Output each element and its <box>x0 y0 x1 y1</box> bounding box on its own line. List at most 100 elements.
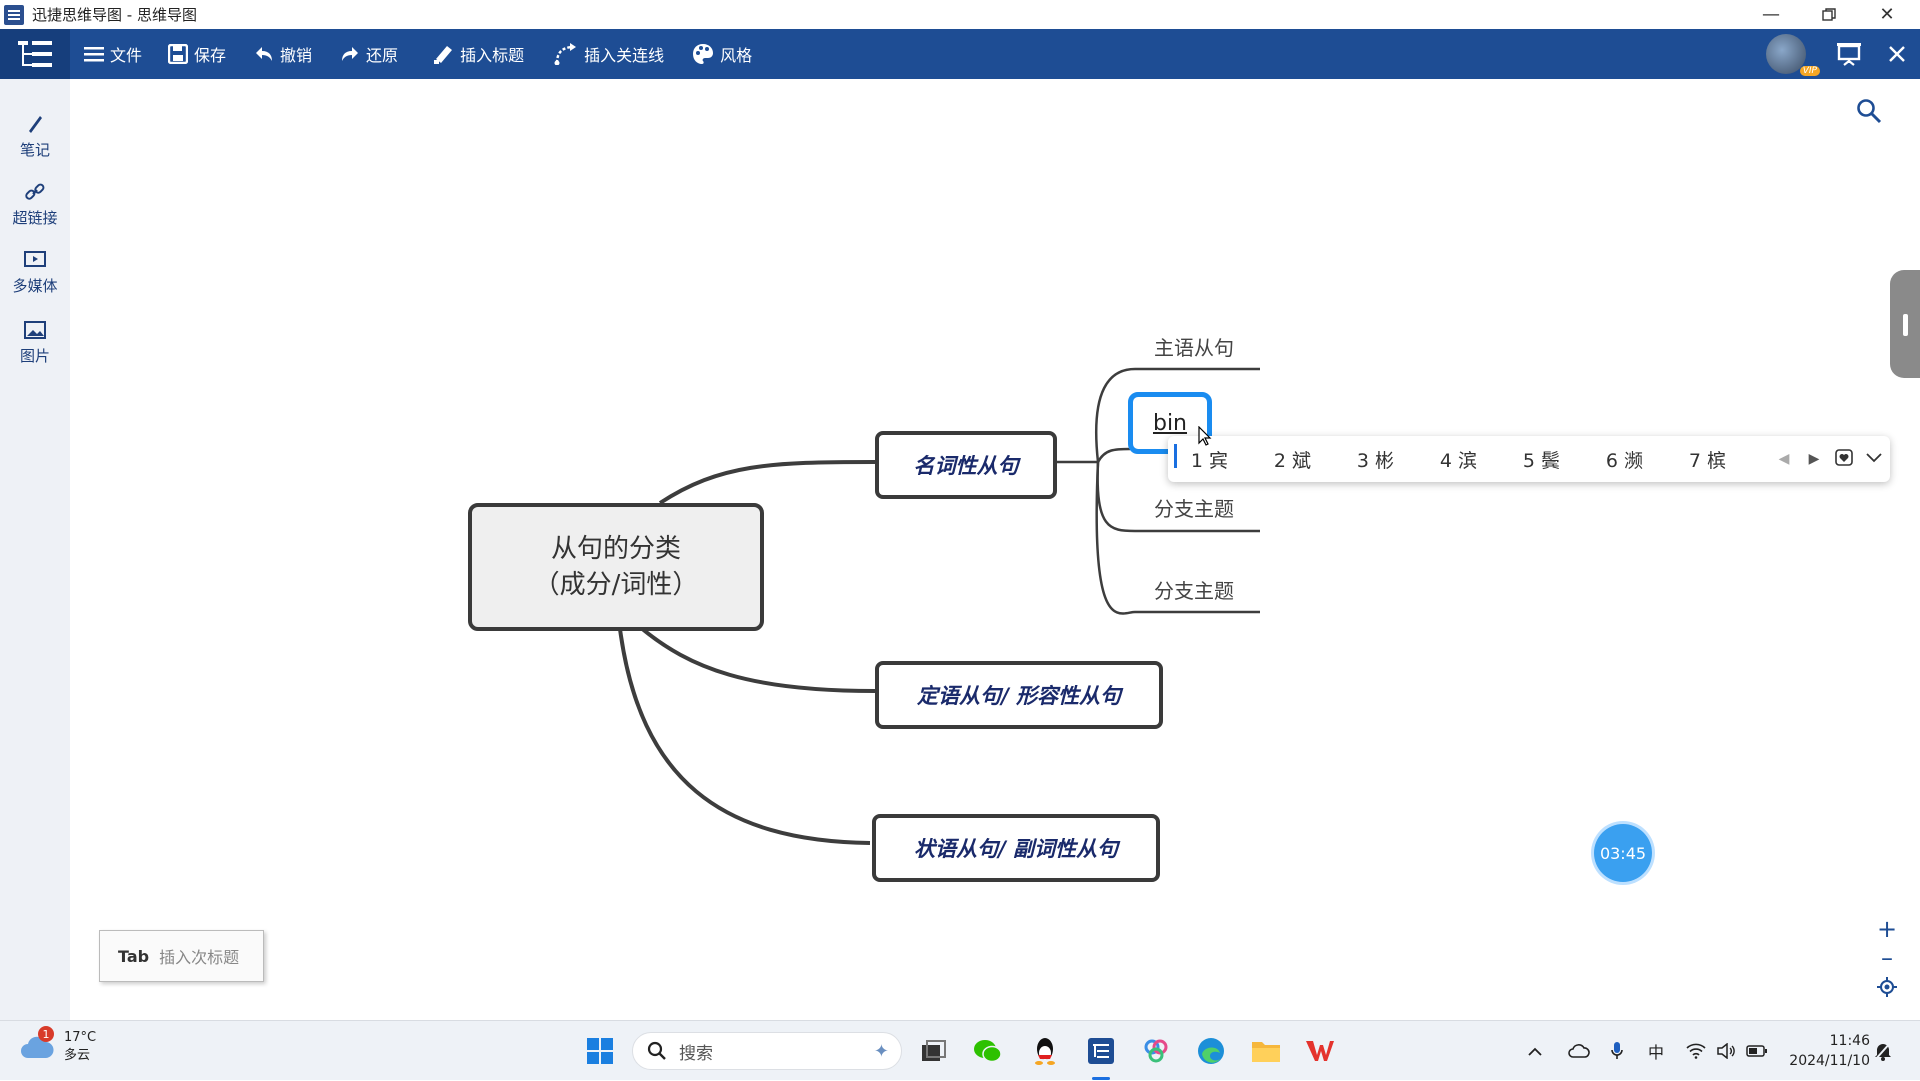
ime-candidate[interactable]: 1 宾 <box>1168 443 1251 473</box>
battery-icon[interactable] <box>1746 1021 1768 1081</box>
sidebar-item-multimedia[interactable]: 多媒体 <box>0 249 70 296</box>
image-icon <box>24 321 46 339</box>
subtopic-branch[interactable]: 分支主题 <box>1154 493 1234 522</box>
sidebar-item-note[interactable]: 笔记 <box>0 113 70 160</box>
style-label: 风格 <box>720 46 753 65</box>
ime-candidate[interactable]: 4 滨 <box>1417 446 1500 473</box>
timer-badge[interactable]: 03:45 <box>1594 824 1652 882</box>
link-icon <box>25 183 45 200</box>
title-bar: 迅捷思维导图 - 思维导图 — ✕ <box>0 0 1920 29</box>
weather-desc: 多云 <box>64 1048 91 1063</box>
close-icon <box>1889 46 1905 62</box>
search-icon <box>647 1041 666 1060</box>
canvas-search-button[interactable] <box>1856 98 1882 128</box>
taskbar-app-qq[interactable] <box>1029 1035 1061 1067</box>
undo-button[interactable]: 撤销 <box>254 29 312 79</box>
minimize-button[interactable]: — <box>1742 0 1800 29</box>
outline-toggle-button[interactable] <box>0 29 70 79</box>
taskbar-app-taskview[interactable] <box>918 1035 950 1067</box>
sidebar-item-label: 超链接 <box>12 209 58 227</box>
ime-emoji-icon[interactable] <box>1829 448 1859 470</box>
mindmap-canvas[interactable]: 从句的分类 （成分/词性） 名词性从句 定语从句/ 形容性从句 状语从句/ 副词… <box>70 79 1920 1020</box>
redo-icon <box>342 47 359 61</box>
topic-noun-clause[interactable]: 名词性从句 <box>875 431 1057 499</box>
redo-label: 还原 <box>366 46 399 65</box>
onedrive-icon[interactable] <box>1568 1021 1590 1081</box>
redo-button[interactable]: 还原 <box>340 29 398 79</box>
timer-text: 03:45 <box>1599 843 1647 863</box>
root-topic-line2: （成分/词性） <box>533 570 699 600</box>
start-button[interactable] <box>584 1035 616 1067</box>
system-clock[interactable]: 11:46 2024/11/10 <box>1789 1031 1870 1071</box>
ime-expand-icon[interactable] <box>1859 451 1889 467</box>
main-toolbar: 文件 保存 撤销 还原 插入标题 插入关连线 风格 VIP <box>0 29 1920 79</box>
insert-relationship-button[interactable]: 插入关连线 <box>554 29 664 79</box>
volume-icon[interactable] <box>1716 1021 1736 1081</box>
subtopic-branch[interactable]: 分支主题 <box>1154 575 1234 604</box>
zoom-out-button[interactable]: – <box>1872 943 1902 973</box>
zoom-in-button[interactable]: + <box>1872 914 1902 944</box>
file-menu-button[interactable]: 文件 <box>84 29 142 79</box>
topic-label: 定语从句/ 形容性从句 <box>917 683 1121 708</box>
weather-widget[interactable]: 1 17°C 多云 <box>20 1026 96 1065</box>
vip-badge: VIP <box>1799 66 1820 76</box>
sidebar-item-label: 图片 <box>19 347 50 365</box>
video-icon <box>24 251 46 267</box>
presentation-button[interactable] <box>1824 42 1874 66</box>
taskbar-app-photos[interactable] <box>1140 1035 1172 1067</box>
ime-candidate[interactable]: 6 濒 <box>1583 446 1666 473</box>
taskbar-app-file-explorer[interactable] <box>1250 1035 1282 1067</box>
shortcut-tip: Tab 插入次标题 <box>99 930 264 982</box>
ime-candidate[interactable]: 7 槟 <box>1666 446 1749 473</box>
taskbar-app-wechat[interactable] <box>972 1035 1004 1067</box>
sidebar-item-hyperlink[interactable]: 超链接 <box>0 181 70 228</box>
app-logo-icon <box>4 4 24 25</box>
insert-topic-button[interactable]: 插入标题 <box>432 29 524 79</box>
topic-label: 名词性从句 <box>913 453 1019 478</box>
ime-candidate[interactable]: 5 鬓 <box>1500 446 1583 473</box>
ime-prev-page-icon[interactable]: ◀ <box>1769 451 1799 467</box>
topic-adverbial-clause[interactable]: 状语从句/ 副词性从句 <box>872 814 1160 882</box>
cloud-icon: 1 <box>20 1026 54 1060</box>
right-panel-handle[interactable] <box>1890 270 1920 378</box>
notification-bell-icon[interactable] <box>1874 1021 1892 1081</box>
search-icon <box>1857 99 1882 124</box>
shortcut-key: Tab <box>118 946 150 966</box>
save-button[interactable]: 保存 <box>168 29 226 79</box>
weather-badge: 1 <box>38 1026 54 1042</box>
palette-icon <box>693 44 714 64</box>
save-label: 保存 <box>194 46 227 65</box>
taskbar-search-box[interactable]: 搜索 ✦ <box>632 1032 902 1070</box>
search-placeholder: 搜索 <box>679 1043 713 1064</box>
clock-date: 2024/11/10 <box>1789 1053 1870 1069</box>
insert-topic-label: 插入标题 <box>460 46 525 65</box>
microphone-icon[interactable] <box>1610 1021 1624 1081</box>
undo-label: 撤销 <box>280 46 313 65</box>
subtopic-subject-clause[interactable]: 主语从句 <box>1154 332 1234 361</box>
relationship-line-icon <box>554 43 577 65</box>
editing-text: bin <box>1152 410 1188 436</box>
user-avatar[interactable]: VIP <box>1766 34 1820 76</box>
close-window-button[interactable]: ✕ <box>1858 0 1916 29</box>
ime-candidate[interactable]: 2 斌 <box>1251 446 1334 473</box>
locate-icon <box>1877 977 1897 997</box>
tray-overflow-button[interactable] <box>1528 1021 1542 1081</box>
close-document-button[interactable] <box>1874 45 1920 63</box>
recenter-button[interactable] <box>1872 972 1902 1002</box>
save-icon <box>168 44 189 64</box>
style-button[interactable]: 风格 <box>692 29 752 79</box>
root-topic[interactable]: 从句的分类 （成分/词性） <box>468 503 764 631</box>
ime-next-page-icon[interactable]: ▶ <box>1799 451 1829 467</box>
ime-candidate[interactable]: 3 彬 <box>1334 446 1417 473</box>
ime-mode-indicator[interactable]: 中 <box>1648 1021 1664 1081</box>
topic-attributive-clause[interactable]: 定语从句/ 形容性从句 <box>875 661 1163 729</box>
presentation-icon <box>1837 43 1861 66</box>
restore-button[interactable] <box>1800 0 1858 29</box>
sidebar-item-label: 多媒体 <box>12 277 58 295</box>
search-highlight-icon: ✦ <box>873 1040 889 1062</box>
taskbar-app-edge[interactable] <box>1195 1035 1227 1067</box>
taskbar-app-mindmap[interactable] <box>1085 1035 1117 1067</box>
taskbar-app-wps[interactable] <box>1304 1035 1336 1067</box>
wifi-icon[interactable] <box>1686 1021 1706 1081</box>
sidebar-item-image[interactable]: 图片 <box>0 319 70 366</box>
